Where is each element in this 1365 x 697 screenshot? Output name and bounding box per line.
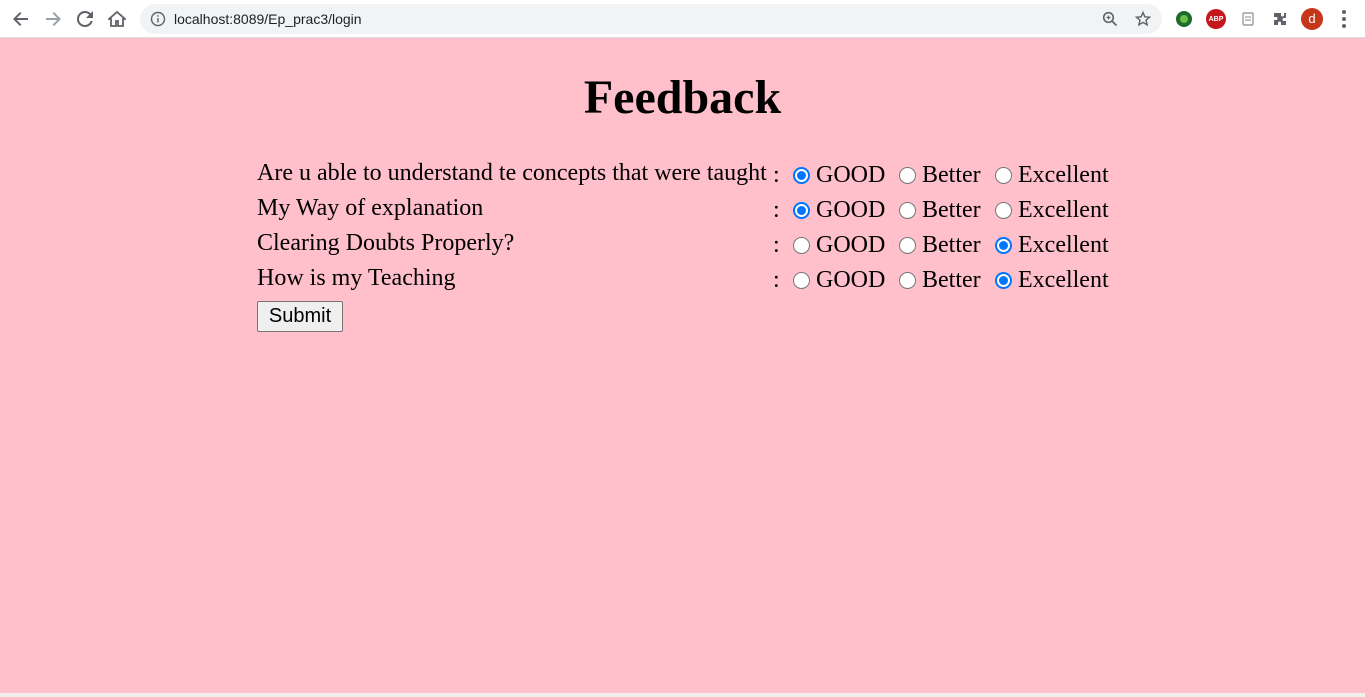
q3-good-label: GOOD (816, 232, 886, 258)
forward-icon[interactable] (39, 5, 67, 33)
zoom-icon[interactable] (1100, 9, 1120, 29)
url-text: localhost:8089/Ep_prac3/login (174, 11, 362, 27)
page-title: Feedback (583, 71, 782, 124)
q4-good-label: GOOD (816, 267, 886, 293)
q2-excellent-radio[interactable] (995, 202, 1012, 219)
q1-good-radio[interactable] (793, 167, 810, 184)
q2-good-radio[interactable] (793, 202, 810, 219)
question-4-colon: : (773, 267, 780, 293)
q1-good-label: GOOD (816, 162, 886, 188)
q1-better-radio[interactable] (899, 167, 916, 184)
submit-button[interactable]: Submit (257, 301, 343, 332)
q4-excellent-radio[interactable] (995, 272, 1012, 289)
page-viewport: Feedback Are u able to understand te con… (0, 38, 1365, 697)
bookmark-star-icon[interactable] (1133, 9, 1153, 29)
q1-excellent-radio[interactable] (995, 167, 1012, 184)
q2-excellent-label: Excellent (1018, 197, 1109, 223)
question-3-label: Clearing Doubts Properly? (257, 230, 515, 256)
reload-icon[interactable] (71, 5, 99, 33)
question-4-label: How is my Teaching (257, 265, 456, 291)
q3-better-radio[interactable] (899, 237, 916, 254)
q1-excellent-label: Excellent (1018, 162, 1109, 188)
question-1-colon: : (773, 162, 780, 188)
site-info-icon[interactable] (150, 11, 166, 27)
q4-better-label: Better (922, 267, 981, 293)
extension-green-icon[interactable] (1174, 9, 1194, 29)
q3-better-label: Better (922, 232, 981, 258)
extension-doc-icon[interactable] (1238, 9, 1258, 29)
address-bar[interactable]: localhost:8089/Ep_prac3/login (140, 4, 1162, 34)
q3-excellent-radio[interactable] (995, 237, 1012, 254)
question-2-colon: : (773, 197, 780, 223)
q4-better-radio[interactable] (899, 272, 916, 289)
q4-excellent-label: Excellent (1018, 267, 1109, 293)
q2-good-label: GOOD (816, 197, 886, 223)
q3-good-radio[interactable] (793, 237, 810, 254)
q2-better-label: Better (922, 197, 981, 223)
home-icon[interactable] (103, 5, 131, 33)
question-2-label: My Way of explanation (257, 195, 484, 221)
browser-toolbar: localhost:8089/Ep_prac3/login ABP d (0, 0, 1365, 38)
question-1-label: Are u able to understand te concepts tha… (257, 160, 767, 186)
question-3-colon: : (773, 232, 780, 258)
bottom-edge-strip (0, 693, 1365, 697)
q2-better-radio[interactable] (899, 202, 916, 219)
q4-good-radio[interactable] (793, 272, 810, 289)
extensions-puzzle-icon[interactable] (1270, 9, 1290, 29)
q1-better-label: Better (922, 162, 981, 188)
q3-excellent-label: Excellent (1018, 232, 1109, 258)
profile-avatar[interactable]: d (1301, 8, 1323, 30)
browser-menu-icon[interactable] (1334, 9, 1354, 29)
adblock-icon[interactable]: ABP (1206, 9, 1226, 29)
back-icon[interactable] (7, 5, 35, 33)
